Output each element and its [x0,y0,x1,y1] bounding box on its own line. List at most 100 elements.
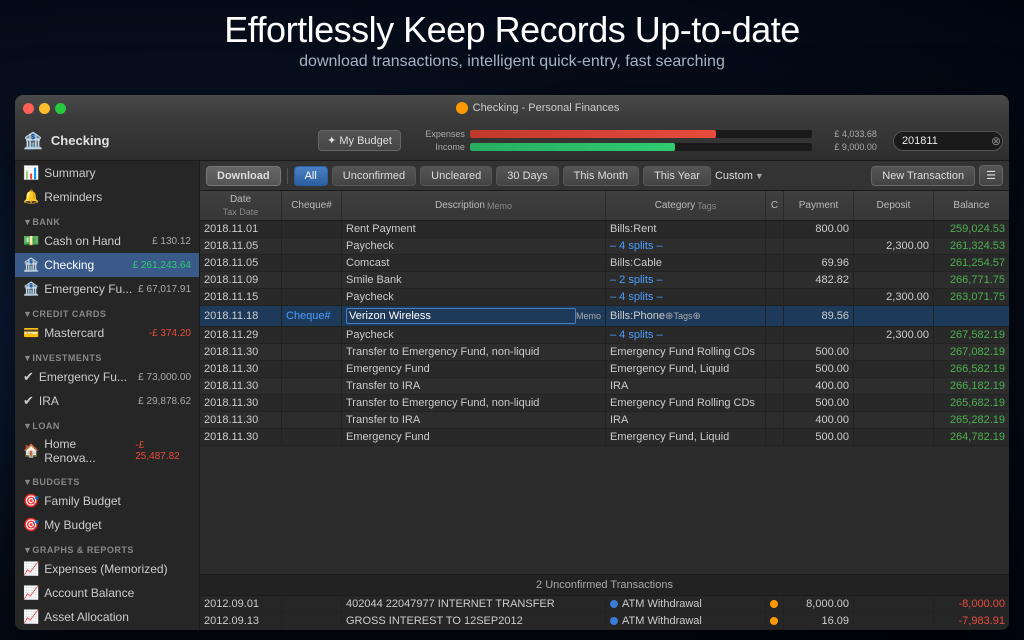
cell-balance: 267,582.19 [934,327,1009,343]
cell-cheque [282,289,342,305]
sidebar-item-account-balance[interactable]: 📈 Account Balance [15,581,199,605]
columns-button[interactable]: ☰ [979,165,1003,186]
hero-subtitle: download transactions, intelligent quick… [0,53,1024,71]
filter-toolbar: Download All Unconfirmed Uncleared 30 Da… [200,161,1009,191]
table-row[interactable]: 2018.11.09 Smile Bank – 2 splits – 482.8… [200,272,1009,289]
table-row[interactable]: 2018.11.30 Transfer to Emergency Fund, n… [200,395,1009,412]
minimize-button[interactable] [39,103,50,114]
unconfirmed-table-row[interactable]: 2012.09.13 GROSS INTEREST TO 12SEP2012 A… [200,613,1009,630]
sidebar-item-expenses-mem[interactable]: 📈 Expenses (Memorized) [15,557,199,581]
search-input[interactable] [893,131,1003,151]
sidebar-item-checking[interactable]: 🏦 Checking £ 261,243.64 [15,253,199,277]
sidebar-header-bank: ▼BANK [15,209,199,229]
table-row[interactable]: 2018.11.30 Transfer to IRA IRA 400.00 26… [200,378,1009,395]
cell-balance: 261,324.53 [934,238,1009,254]
cell-deposit [854,412,934,428]
cell-balance: 265,282.19 [934,412,1009,428]
cell-date: 2018.11.30 [200,378,282,394]
filter-unconfirmed-button[interactable]: Unconfirmed [332,166,416,186]
sidebar-item-summary[interactable]: 📊 Summary [15,161,199,185]
cell-date: 2018.11.30 [200,344,282,360]
income-amount: £ 9,000.00 [817,142,877,152]
table-row[interactable]: 2018.11.29 Paycheck – 4 splits – 2,300.0… [200,327,1009,344]
table-row[interactable]: 2018.11.18 Cheque# Memo Bills:Phone ⊕ Ta… [200,306,1009,327]
sidebar-item-emergency-bank[interactable]: 🏦 Emergency Fu... £ 67,017.91 [15,277,199,301]
cell-date: 2018.11.05 [200,255,282,271]
cell-deposit: 2,300.00 [854,327,934,343]
cell-c [766,238,784,254]
sidebar-item-ira[interactable]: ✔ IRA £ 29,878.62 [15,389,199,413]
sidebar-item-reminders[interactable]: 🔔 Reminders [15,185,199,209]
cell-cheque [282,412,342,428]
main-content: 📊 Summary 🔔 Reminders ▼BANK 💵 Cash on Ha… [15,161,1009,630]
filter-uncleared-button[interactable]: Uncleared [420,166,492,186]
cell-category: IRA [606,412,766,428]
cell-balance: 266,582.19 [934,361,1009,377]
filter-thisyear-button[interactable]: This Year [643,166,711,186]
th-c[interactable]: C [766,191,784,220]
sidebar-item-cash[interactable]: 💵 Cash on Hand £ 130.12 [15,229,199,253]
custom-label: Custom [715,170,753,182]
sidebar-label-expenses-mem: Expenses (Memorized) [44,562,167,576]
account-name: Checking [51,133,110,148]
th-category: Category Tags [606,191,766,220]
account-balance-icon: 📈 [23,585,39,601]
traffic-lights [23,103,66,114]
expenses-mem-icon: 📈 [23,561,39,577]
home-loan-amount: -£ 25,487.82 [135,440,191,462]
sidebar-item-home-loan[interactable]: 🏠 Home Renova... -£ 25,487.82 [15,433,199,469]
sidebar-item-asset-alloc[interactable]: 📈 Asset Allocation [15,605,199,629]
custom-dropdown[interactable]: Custom ▼ [715,170,764,182]
table-row[interactable]: 2018.11.30 Transfer to IRA IRA 400.00 26… [200,412,1009,429]
custom-dropdown-arrow[interactable]: ▼ [755,171,764,181]
cell-date: 2018.11.30 [200,395,282,411]
emergency-bank-icon: 🏦 [23,281,39,297]
filter-30days-button[interactable]: 30 Days [496,166,558,186]
th-date[interactable]: Date Tax Date [200,191,282,220]
sidebar-item-my-budget[interactable]: 🎯 My Budget [15,513,199,537]
cell-cheque [282,238,342,254]
table-row[interactable]: 2018.11.30 Transfer to Emergency Fund, n… [200,344,1009,361]
cell-description[interactable]: Memo [342,306,606,326]
maximize-button[interactable] [55,103,66,114]
unconfirmed-cell-payment: 8,000.00 [784,596,854,612]
cell-balance: 261,254.57 [934,255,1009,271]
cell-category[interactable]: Bills:Phone ⊕ Tags ⊕ [606,306,766,326]
sidebar: 📊 Summary 🔔 Reminders ▼BANK 💵 Cash on Ha… [15,161,200,630]
cell-cheque [282,378,342,394]
income-label: Income [417,142,465,152]
sidebar-item-currency-hist[interactable]: 📈 Currency History [15,629,199,630]
filter-all-button[interactable]: All [294,166,328,186]
sidebar-item-emerg-invest[interactable]: ✔ Emergency Fu... £ 73,000.00 [15,365,199,389]
table-row[interactable]: 2018.11.01 Rent Payment Bills:Rent 800.0… [200,221,1009,238]
table-row[interactable]: 2018.11.30 Emergency Fund Emergency Fund… [200,361,1009,378]
th-balance[interactable]: Balance [934,191,1009,220]
cell-balance: 259,024.53 [934,221,1009,237]
ira-icon: ✔ [23,393,34,409]
sidebar-label-mastercard: Mastercard [44,326,104,340]
unconfirmed-cell-deposit [854,596,934,612]
download-button[interactable]: Download [206,166,281,186]
unconfirmed-cell-c [766,596,784,612]
budget-button[interactable]: ✦ My Budget [318,130,401,151]
table-row[interactable]: 2018.11.15 Paycheck – 4 splits – 2,300.0… [200,289,1009,306]
table-row[interactable]: 2018.11.30 Emergency Fund Emergency Fund… [200,429,1009,446]
sidebar-item-mastercard[interactable]: 💳 Mastercard -£ 374.20 [15,321,199,345]
cell-cheque[interactable]: Cheque# [282,306,342,326]
unconfirmed-cell-deposit [854,613,934,629]
description-input[interactable] [346,308,576,324]
new-transaction-button[interactable]: New Transaction [871,166,975,186]
cell-category: Bills:Cable [606,255,766,271]
close-button[interactable] [23,103,34,114]
dot-blue [610,617,618,625]
unconfirmed-table-row[interactable]: 2012.09.01 402044 22047977 INTERNET TRAN… [200,596,1009,613]
table-row[interactable]: 2018.11.05 Paycheck – 4 splits – 2,300.0… [200,238,1009,255]
mastercard-icon: 💳 [23,325,39,341]
sidebar-label-family-budget: Family Budget [44,494,121,508]
table-row[interactable]: 2018.11.05 Comcast Bills:Cable 69.96 261… [200,255,1009,272]
th-cheque[interactable]: Cheque# [282,191,342,220]
filter-thismonth-button[interactable]: This Month [563,166,639,186]
sidebar-item-family-budget[interactable]: 🎯 Family Budget [15,489,199,513]
cell-category: Emergency Fund Rolling CDs [606,395,766,411]
cell-date: 2018.11.30 [200,412,282,428]
